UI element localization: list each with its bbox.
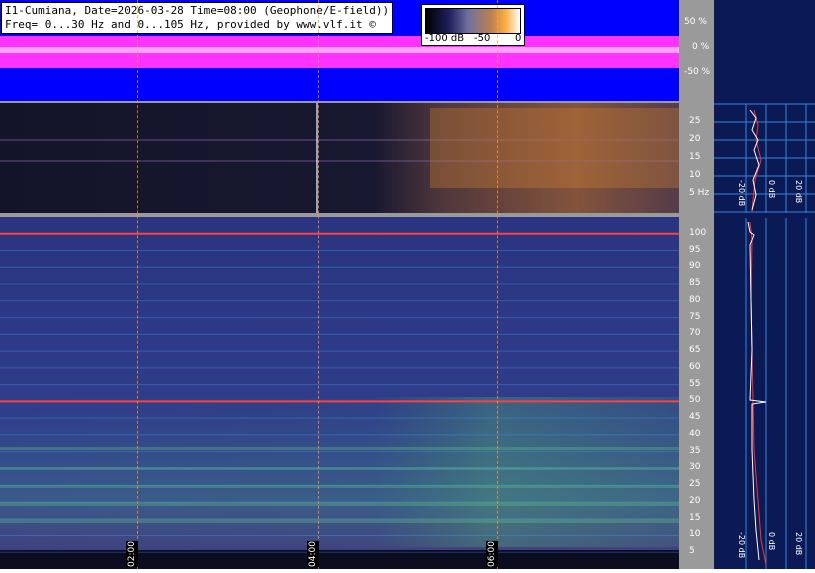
efield-tick-70: 70 <box>689 328 701 339</box>
waveform-panel: I1-Cumiana, Date=2026-03-28 Time=08:00 (… <box>0 0 679 101</box>
header-info: I1-Cumiana, Date=2026-03-28 Time=08:00 (… <box>1 2 394 34</box>
time-label: 06:00 <box>486 541 498 567</box>
efield-tick-60: 60 <box>689 361 701 372</box>
geo-tick-25: 25 <box>689 116 701 126</box>
efield-spectrogram-image <box>0 217 679 569</box>
efield-tick-80: 80 <box>689 294 701 305</box>
colorbar-tick-max: 0 <box>515 33 522 44</box>
spectrum-profile-panel <box>714 0 815 569</box>
time-marker-line <box>137 0 138 569</box>
time-marker-line <box>318 0 319 569</box>
efield-tick-45: 45 <box>689 412 701 423</box>
colorbar-tick-min: -100 dB <box>425 33 465 44</box>
efield-tick-25: 25 <box>689 479 701 490</box>
efield-tick-5: 5 <box>689 546 695 557</box>
time-label: 04:00 <box>307 541 319 567</box>
waveform-scale-top: 50 % <box>684 17 707 27</box>
efield-tick-65: 65 <box>689 345 701 356</box>
profile-db-label-bottom: 0 dB <box>767 532 776 551</box>
profile-db-label-bottom: 20 dB <box>794 532 803 556</box>
time-label: 02:00 <box>126 541 138 567</box>
efield-tick-75: 75 <box>689 311 701 322</box>
efield-tick-15: 15 <box>689 512 701 523</box>
waveform-scale-bottom: -50 % <box>684 67 711 77</box>
profile-plot <box>714 103 815 569</box>
geo-tick-15: 15 <box>689 152 701 162</box>
profile-db-label-top: -20 dB <box>737 180 746 207</box>
efield-tick-100: 100 <box>689 227 707 238</box>
efield-tick-55: 55 <box>689 378 701 389</box>
efield-spectrogram <box>0 217 679 569</box>
colorbar-gradient <box>425 8 521 34</box>
efield-tick-10: 10 <box>689 529 701 540</box>
time-marker-line <box>497 0 498 569</box>
geophone-spectrogram <box>0 103 679 213</box>
efield-tick-95: 95 <box>689 244 701 255</box>
geo-tick-20: 20 <box>689 134 701 144</box>
profile-db-label-top: 20 dB <box>794 180 803 204</box>
efield-tick-90: 90 <box>689 261 701 272</box>
geophone-spectrogram-image <box>0 103 679 213</box>
efield-tick-40: 40 <box>689 428 701 439</box>
header-line2: Freq= 0...30 Hz and 0...105 Hz, provided… <box>5 18 376 31</box>
colorbar: -100 dB -50 0 <box>421 4 525 46</box>
geo-tick-5: 5 Hz <box>689 188 710 198</box>
efield-tick-20: 20 <box>689 495 701 506</box>
efield-tick-50: 50 <box>689 395 701 406</box>
geo-tick-10: 10 <box>689 170 701 180</box>
profile-db-label-top: 0 dB <box>767 180 776 199</box>
colorbar-tick-mid: -50 <box>474 33 491 44</box>
efield-tick-85: 85 <box>689 278 701 289</box>
efield-tick-30: 30 <box>689 462 701 473</box>
profile-db-label-bottom: -20 dB <box>737 532 746 559</box>
header-line1: I1-Cumiana, Date=2026-03-28 Time=08:00 (… <box>5 4 390 17</box>
efield-tick-35: 35 <box>689 445 701 456</box>
waveform-scale-zero: 0 % <box>692 42 710 52</box>
